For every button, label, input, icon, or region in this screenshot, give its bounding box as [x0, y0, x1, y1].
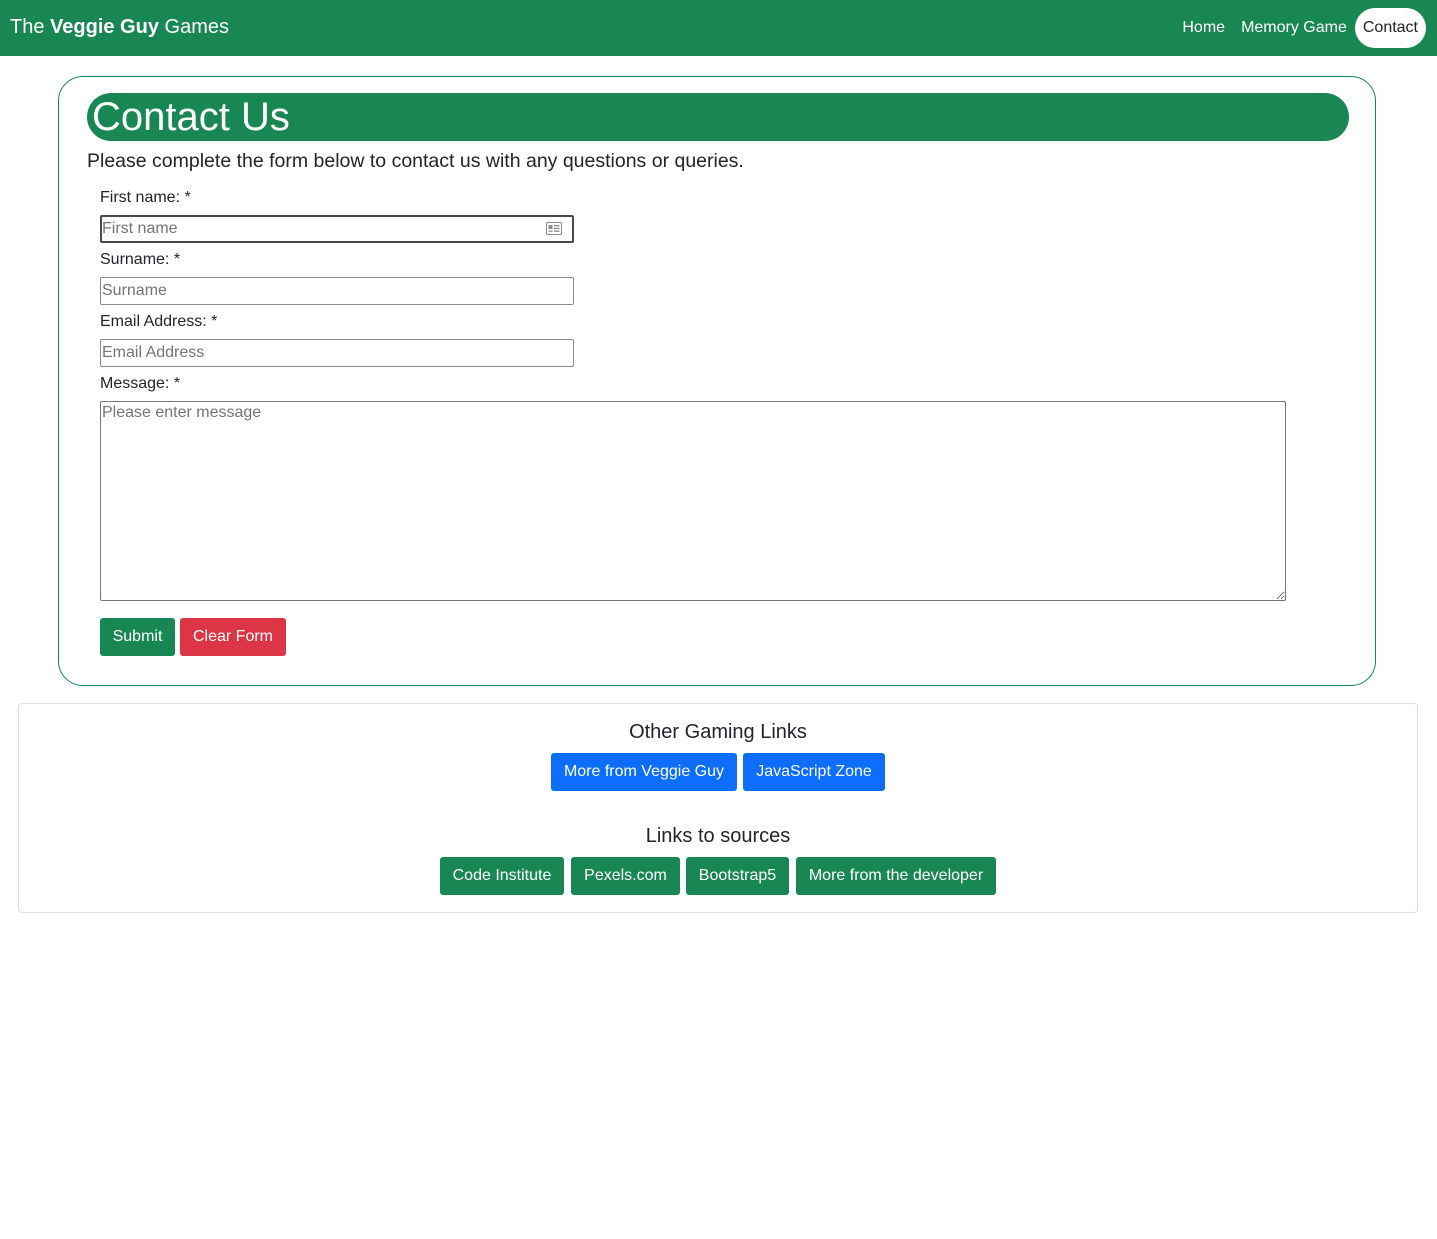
gaming-links-heading: Other Gaming Links: [629, 721, 807, 743]
contact-card-icon[interactable]: [546, 222, 562, 235]
contact-card: Contact Us Please complete the form belo…: [58, 76, 1376, 686]
nav-link-contact[interactable]: Contact: [1354, 8, 1426, 48]
sources-heading: Links to sources: [645, 825, 791, 847]
nav-links: Home Memory Game Contact: [1174, 8, 1426, 48]
surname-input[interactable]: [100, 277, 574, 305]
bootstrap5-button[interactable]: Bootstrap5: [686, 857, 789, 895]
nav-link-home[interactable]: Home: [1174, 8, 1233, 48]
brand-prefix: The: [10, 16, 51, 38]
clear-form-button[interactable]: Clear Form: [180, 618, 286, 656]
javascript-zone-button[interactable]: JavaScript Zone: [743, 753, 885, 791]
brand-bold: Veggie Guy: [50, 16, 159, 38]
surname-label: Surname: *: [100, 251, 181, 268]
brand-suffix: Games: [158, 16, 229, 38]
submit-button[interactable]: Submit: [100, 618, 175, 656]
email-label: Email Address: *: [100, 313, 218, 330]
intro-text: Please complete the form below to contac…: [87, 150, 744, 172]
message-label: Message: *: [100, 375, 181, 392]
first-name-label: First name: *: [100, 189, 191, 206]
more-from-developer-button[interactable]: More from the developer: [796, 857, 996, 895]
footer-links-card: Other Gaming Links More from Veggie Guy …: [18, 703, 1418, 913]
email-input[interactable]: [100, 339, 574, 367]
page-title: Contact Us: [87, 93, 1349, 141]
navbar: The Veggie Guy Games Home Memory Game Co…: [0, 0, 1437, 56]
nav-link-memory-game[interactable]: Memory Game: [1233, 8, 1355, 48]
message-textarea[interactable]: [100, 401, 1286, 601]
brand-logo[interactable]: The Veggie Guy Games: [10, 16, 229, 39]
first-name-input[interactable]: [100, 215, 574, 243]
pexels-button[interactable]: Pexels.com: [571, 857, 680, 895]
code-institute-button[interactable]: Code Institute: [440, 857, 564, 895]
more-from-veggie-guy-button[interactable]: More from Veggie Guy: [551, 753, 737, 791]
